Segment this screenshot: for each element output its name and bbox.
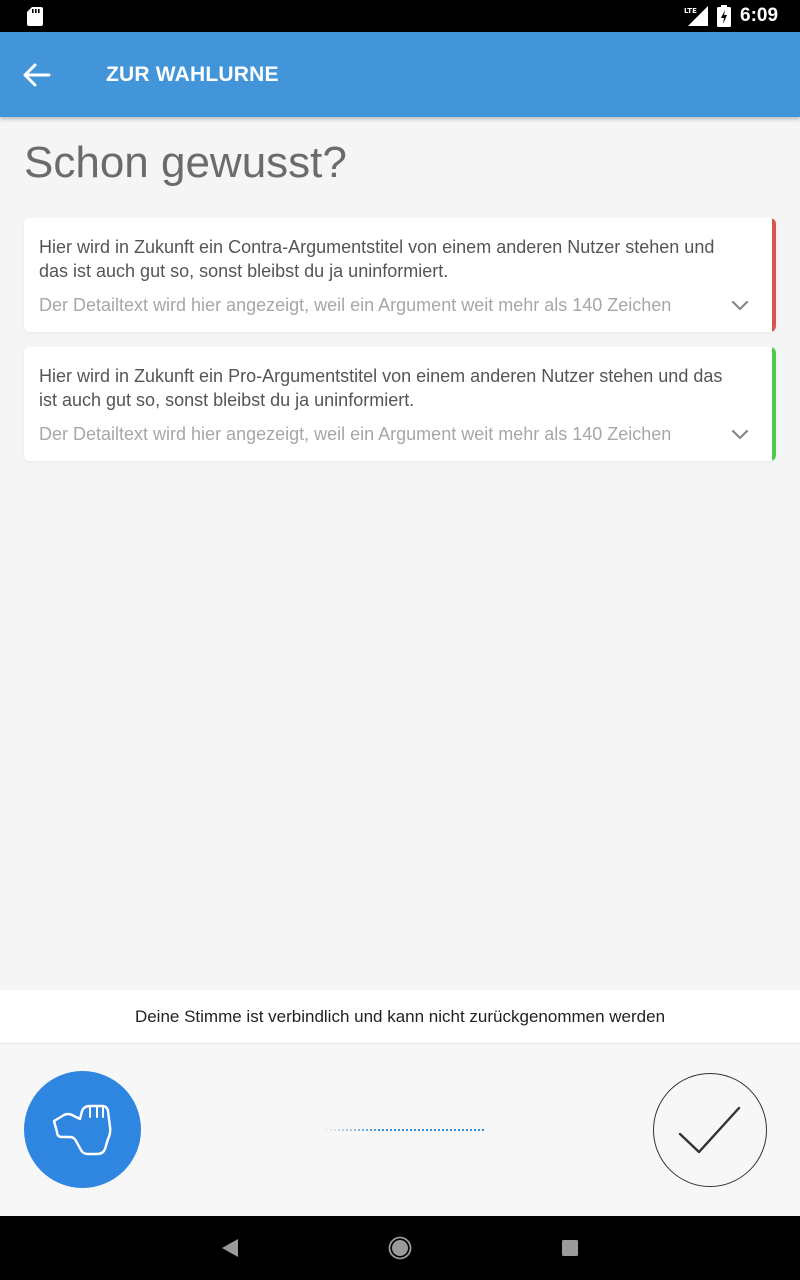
vote-drag-handle[interactable] bbox=[24, 1071, 141, 1188]
vote-notice-bar: Deine Stimme ist verbindlich und kann ni… bbox=[0, 990, 800, 1044]
chevron-down-icon[interactable] bbox=[730, 426, 750, 442]
argument-title: Hier wird in Zukunft ein Pro-Argumentsti… bbox=[39, 366, 723, 410]
nav-recents-icon[interactable] bbox=[562, 1240, 578, 1256]
vote-notice-text: Deine Stimme ist verbindlich und kann ni… bbox=[134, 1006, 666, 1026]
contra-indicator-stripe bbox=[772, 218, 776, 332]
swipe-track bbox=[322, 1129, 484, 1131]
network-label: LTE bbox=[684, 7, 697, 15]
lte-signal-icon: LTE bbox=[684, 6, 708, 26]
status-bar: LTE 6:09 bbox=[0, 0, 800, 32]
status-clock: 6:09 bbox=[740, 5, 779, 26]
argument-detail: Der Detailtext wird hier angezeigt, weil… bbox=[39, 295, 672, 315]
nav-back-icon[interactable] bbox=[221, 1238, 239, 1258]
sd-card-icon bbox=[27, 7, 43, 26]
battery-charging-icon bbox=[717, 5, 731, 27]
app-bar-title: ZUR WAHLURNE bbox=[106, 63, 279, 86]
app-bar: ZUR WAHLURNE bbox=[0, 32, 800, 117]
chevron-down-icon[interactable] bbox=[730, 297, 750, 313]
vote-confirm-target[interactable] bbox=[653, 1073, 767, 1187]
system-nav-bar bbox=[0, 1216, 800, 1280]
back-button[interactable] bbox=[14, 52, 60, 98]
argument-title: Hier wird in Zukunft ein Contra-Argument… bbox=[39, 237, 715, 281]
argument-detail: Der Detailtext wird hier angezeigt, weil… bbox=[39, 424, 672, 444]
checkmark-icon bbox=[678, 1106, 741, 1154]
thumbs-up-hand-icon bbox=[52, 1104, 111, 1155]
argument-card-pro[interactable]: Hier wird in Zukunft ein Pro-Argumentsti… bbox=[24, 347, 776, 461]
nav-home-icon[interactable] bbox=[388, 1236, 412, 1260]
argument-card-contra[interactable]: Hier wird in Zukunft ein Contra-Argument… bbox=[24, 218, 776, 332]
vote-area bbox=[0, 1044, 800, 1216]
page-title: Schon gewusst? bbox=[24, 138, 347, 187]
arrow-left-icon bbox=[23, 63, 51, 87]
pro-indicator-stripe bbox=[772, 347, 776, 461]
